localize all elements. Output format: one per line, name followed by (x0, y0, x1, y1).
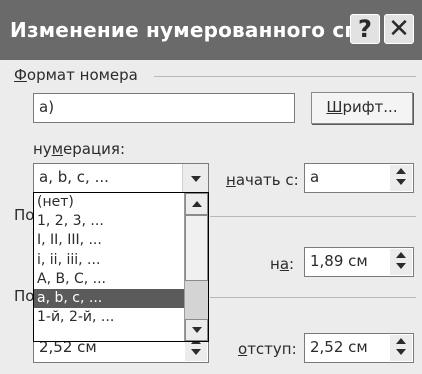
dialog-title: Изменение нумерованного сп... (10, 18, 382, 42)
dialog-window: Изменение нумерованного сп... ? ✕ Формат… (0, 0, 422, 374)
number-format-group-line (154, 76, 416, 77)
arrow-up-icon[interactable] (390, 335, 412, 348)
numbering-label-pre: ну (33, 140, 52, 158)
arrow-up-icon[interactable] (390, 165, 412, 178)
indent-label-rest: тступ: (247, 340, 297, 358)
number-at-spinner[interactable]: 1,89 см (304, 247, 414, 277)
scroll-down-arrow-icon[interactable] (185, 319, 208, 341)
close-button[interactable]: ✕ (384, 14, 414, 44)
start-at-hotkey: н (226, 171, 236, 189)
numbering-option[interactable]: 1-й, 2-й, ... (34, 308, 184, 327)
arrow-up-icon[interactable] (390, 249, 412, 262)
arrow-down-icon[interactable] (390, 178, 412, 191)
text-position-group-line (210, 297, 416, 298)
numbering-option[interactable]: i, ii, iii, ... (34, 251, 184, 270)
start-at-label-rest: ачать с: (235, 171, 299, 189)
font-button-hotkey: Ш (326, 98, 343, 116)
number-at-spin-buttons[interactable] (390, 249, 412, 275)
number-format-label-rest: ормат номера (26, 66, 138, 84)
title-bar: Изменение нумерованного сп... ? ✕ (0, 0, 422, 60)
indent-value: 2,52 см (310, 338, 368, 356)
numbering-dropdown-list[interactable]: (нет) 1, 2, 3, ... I, II, III, ... i, ii… (33, 192, 209, 342)
font-button-label-rest: рифт... (342, 98, 398, 116)
number-at-label-rest: : (289, 255, 295, 273)
numbering-option[interactable]: I, II, III, ... (34, 231, 184, 250)
start-at-label: начать с: (226, 171, 299, 189)
scrollbar-thumb[interactable] (185, 215, 208, 281)
dropdown-scrollbar[interactable] (184, 193, 208, 341)
indent-spinner[interactable]: 2,52 см (304, 333, 414, 363)
number-format-input[interactable]: а) (33, 93, 295, 123)
numbering-options: (нет) 1, 2, 3, ... I, II, III, ... i, ii… (34, 193, 184, 327)
scroll-up-arrow-icon[interactable] (185, 193, 208, 215)
arrow-down-icon[interactable] (185, 348, 207, 361)
indent-hotkey: о (238, 340, 248, 358)
numbering-option[interactable]: A, B, C, ... (34, 270, 184, 289)
question-mark-icon: ? (358, 15, 372, 43)
arrow-down-icon[interactable] (390, 348, 412, 361)
text-position-group-label: По (14, 287, 35, 305)
numbering-option-selected[interactable]: a, b, c, ... (34, 288, 184, 309)
font-button[interactable]: Шрифт... (311, 92, 413, 124)
start-at-spin-buttons[interactable] (390, 165, 412, 191)
number-at-label: на: (270, 255, 294, 273)
numbering-option[interactable]: 1, 2, 3, ... (34, 212, 184, 231)
arrow-down-icon[interactable] (390, 262, 412, 275)
numbering-selected-value: a, b, c, ... (39, 168, 109, 186)
number-position-group-line (210, 216, 416, 217)
start-at-spinner[interactable]: a (304, 163, 414, 193)
numbering-hotkey: м (51, 140, 64, 158)
help-button[interactable]: ? (350, 14, 380, 44)
numbering-select[interactable]: a, b, c, ... (33, 163, 209, 193)
start-at-value: a (310, 168, 320, 186)
indent-spin-buttons[interactable] (390, 335, 412, 361)
indent-label: отступ: (238, 340, 297, 358)
number-format-value: а) (39, 98, 55, 116)
chevron-down-icon[interactable] (182, 164, 208, 192)
number-at-value: 1,89 см (310, 252, 368, 270)
numbering-label-rest: ерация: (63, 140, 125, 158)
number-at-label-pre: н (270, 255, 280, 273)
number-at-hotkey: а (279, 255, 290, 273)
numbering-label: нумерация: (33, 140, 125, 158)
number-format-group-label: Формат номера (14, 66, 138, 84)
numbering-option[interactable]: (нет) (34, 193, 184, 212)
number-format-hotkey: Ф (14, 66, 27, 84)
number-position-group-label: По (14, 206, 35, 224)
close-x-icon: ✕ (388, 14, 410, 44)
